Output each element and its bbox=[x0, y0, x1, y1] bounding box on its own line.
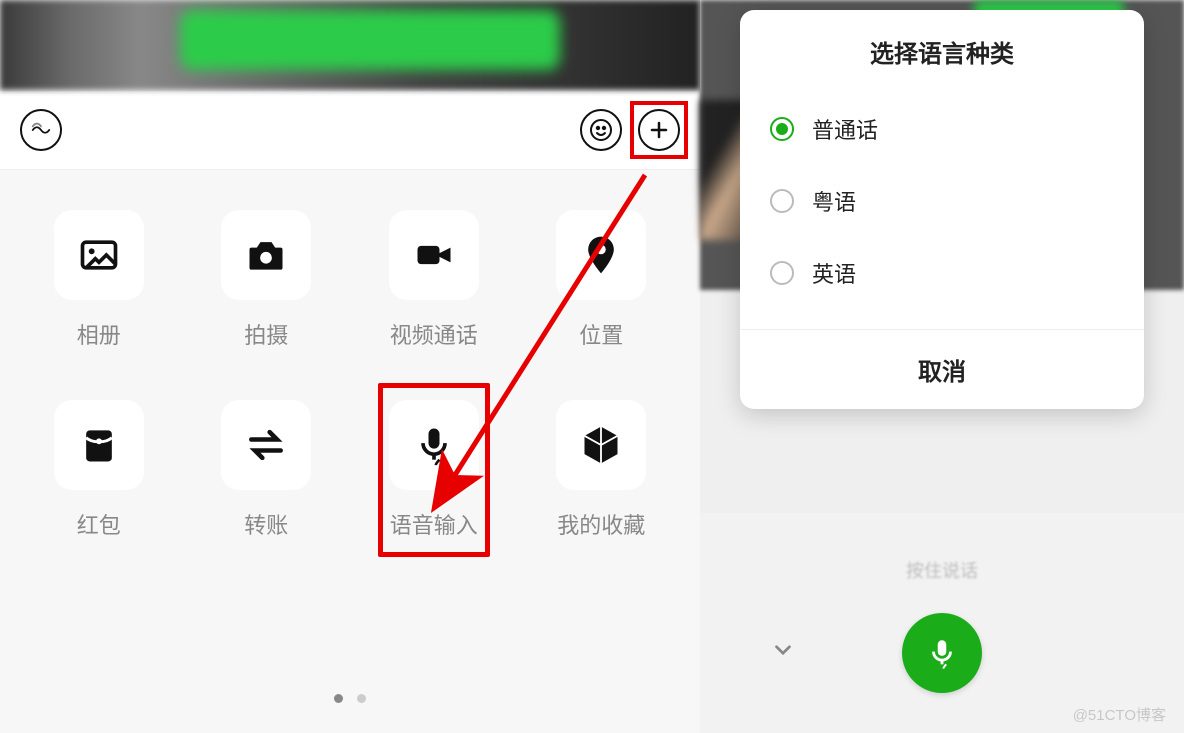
attachment-label: 位置 bbox=[579, 318, 623, 350]
attachment-video-call[interactable]: 视频通话 bbox=[389, 210, 479, 350]
red-envelope-icon bbox=[54, 400, 144, 490]
radio-icon bbox=[770, 117, 794, 141]
attachment-label: 红包 bbox=[77, 508, 121, 540]
attachment-voice-input[interactable]: 语音输入 bbox=[389, 400, 479, 540]
video-icon bbox=[389, 210, 479, 300]
annotation-highlight-voice: 语音输入 bbox=[378, 383, 490, 557]
hold-to-talk-label: 按住说话 bbox=[906, 557, 978, 583]
attachment-favorites[interactable]: 我的收藏 bbox=[556, 400, 646, 540]
watermark: @51CTO博客 bbox=[1073, 704, 1166, 725]
emoji-button[interactable] bbox=[580, 109, 622, 151]
attachments-grid-panel: 相册 拍摄 视频通话 bbox=[0, 170, 700, 733]
page-indicator bbox=[334, 694, 366, 703]
chat-message-bubble bbox=[180, 10, 560, 70]
option-label: 普通话 bbox=[812, 113, 878, 145]
image-icon bbox=[54, 210, 144, 300]
location-pin-icon bbox=[556, 210, 646, 300]
attachment-label: 我的收藏 bbox=[557, 508, 645, 540]
chat-attachments-panel: 相册 拍摄 视频通话 bbox=[0, 0, 700, 733]
language-selection-panel: 选择语言种类 普通话 粤语 英语 取消 按住说话 bbox=[700, 0, 1184, 733]
cancel-button[interactable]: 取消 bbox=[740, 329, 1144, 409]
page-dot bbox=[357, 694, 366, 703]
voice-record-button[interactable] bbox=[902, 613, 982, 693]
microphone-icon bbox=[389, 400, 479, 490]
voice-toggle-button[interactable] bbox=[20, 109, 62, 151]
message-text-input[interactable] bbox=[78, 105, 564, 155]
plus-button[interactable] bbox=[638, 109, 680, 151]
attachment-shoot[interactable]: 拍摄 bbox=[221, 210, 311, 350]
attachment-label: 拍摄 bbox=[244, 318, 288, 350]
language-dialog: 选择语言种类 普通话 粤语 英语 取消 bbox=[740, 10, 1144, 409]
attachment-label: 相册 bbox=[77, 318, 121, 350]
language-option-english[interactable]: 英语 bbox=[770, 237, 1114, 309]
cube-icon bbox=[556, 400, 646, 490]
radio-icon bbox=[770, 189, 794, 213]
transfer-icon bbox=[221, 400, 311, 490]
voice-record-area: 按住说话 bbox=[700, 513, 1184, 733]
annotation-highlight-plus bbox=[630, 101, 688, 159]
language-option-cantonese[interactable]: 粤语 bbox=[770, 165, 1114, 237]
camera-icon bbox=[221, 210, 311, 300]
attachment-red-packet[interactable]: 红包 bbox=[54, 400, 144, 540]
chat-input-bar bbox=[0, 90, 700, 170]
attachment-album[interactable]: 相册 bbox=[54, 210, 144, 350]
attachment-label: 语音输入 bbox=[389, 508, 479, 540]
attachment-label: 转账 bbox=[244, 508, 288, 540]
option-label: 粤语 bbox=[812, 185, 856, 217]
attachment-location[interactable]: 位置 bbox=[556, 210, 646, 350]
attachment-transfer[interactable]: 转账 bbox=[221, 400, 311, 540]
attachment-label: 视频通话 bbox=[390, 318, 478, 350]
chat-background bbox=[0, 0, 700, 90]
chevron-down-icon[interactable] bbox=[770, 637, 796, 670]
language-option-mandarin[interactable]: 普通话 bbox=[770, 93, 1114, 165]
dialog-title: 选择语言种类 bbox=[740, 34, 1144, 93]
radio-icon bbox=[770, 261, 794, 285]
page-dot bbox=[334, 694, 343, 703]
option-label: 英语 bbox=[812, 257, 856, 289]
